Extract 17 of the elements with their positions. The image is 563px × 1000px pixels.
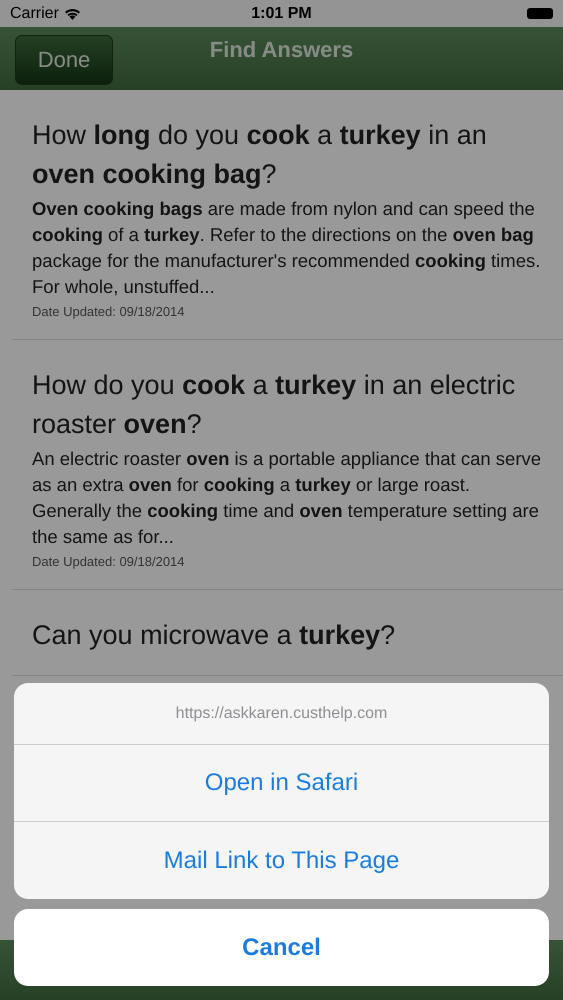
done-button[interactable]: Done [15,35,113,85]
battery-icon [527,8,553,19]
sheet-url: https://askkaren.custhelp.com [14,683,549,745]
date-updated: Date Updated: 09/18/2014 [32,554,186,569]
action-button[interactable]: Mail Link to This Page [14,822,549,899]
wifi-icon [64,8,81,20]
answer-summary: An electric roaster oven is a portable appliance that can serve as an extra oven for cooking a turkey or large roast. Generally the cooking time and oven temperature setting are the same as for... [32,447,542,549]
answer-summary: Oven cooking bags are made from nylon and can speed the cooking of a turkey. Refer to the directions on the oven bag package for the manufacturer's recommended cooking times. For whole, unstuffed... [32,197,542,299]
carrier-name: Carrier [10,4,59,22]
action-button[interactable]: Open in Safari [14,745,549,822]
status-time: 1:01 PM [251,4,312,22]
question-title[interactable]: How long do you cook a turkey in an oven cooking bag? [32,116,543,194]
date-updated: Date Updated: 09/18/2014 [32,304,186,319]
question-title[interactable]: Can you microwave a turkey? [32,616,543,655]
nav-title: Find Answers [210,37,354,63]
question-title[interactable]: How do you cook a turkey in an electric roaster oven? [32,366,543,444]
cancel-button[interactable]: Cancel [14,909,549,986]
